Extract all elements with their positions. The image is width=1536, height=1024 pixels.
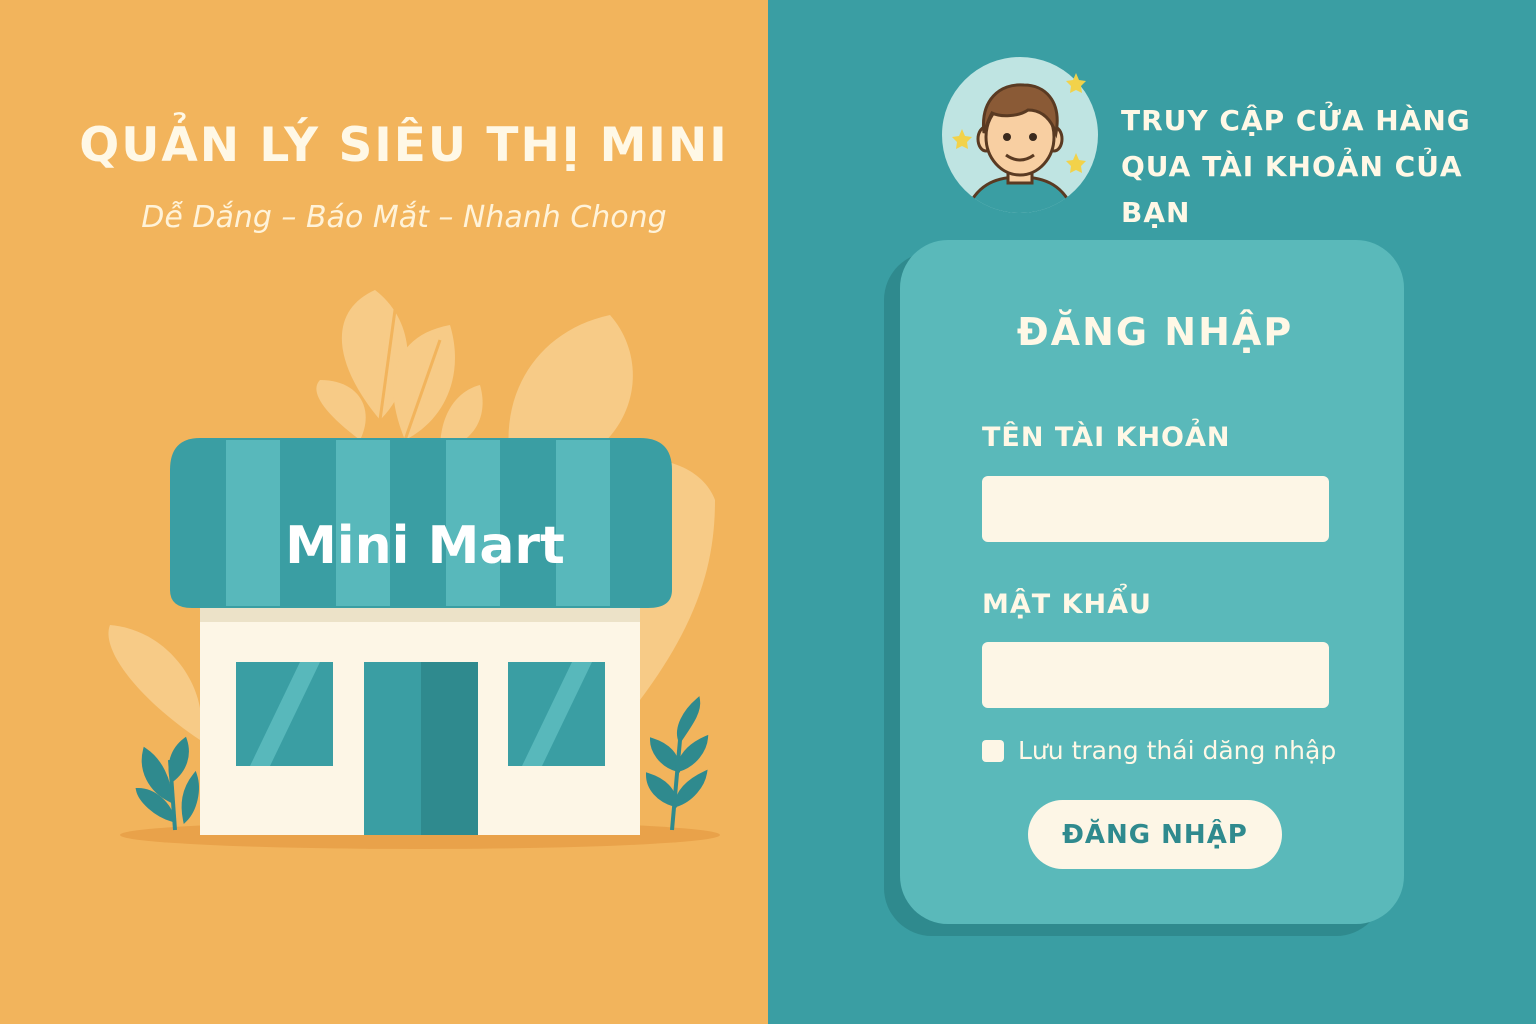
account-prompt: TRUY CẬP CỬA HÀNG QUA TÀI KHOẢN CỦA BẠN (1121, 98, 1536, 236)
login-title: ĐĂNG NHẬP (1016, 310, 1294, 354)
avatar-icon (942, 57, 1098, 213)
password-input[interactable] (982, 642, 1329, 708)
remember-checkbox[interactable] (982, 739, 1004, 762)
password-label: MẬT KHẨU (982, 589, 1152, 620)
account-prompt-line2: QUA TÀI KHOẢN CỦA BẠN (1121, 150, 1463, 229)
login-button[interactable]: ĐĂNG NHẬP (1028, 800, 1282, 869)
username-label: TÊN TÀI KHOẢN (982, 422, 1231, 453)
remember-label: Lưu trang thái dăng nhập (1018, 736, 1337, 765)
hero-panel: QUẢN LÝ SIÊU THỊ MINI Dễ Dắng – Báo Mắt … (0, 0, 768, 1024)
remember-me[interactable]: Lưu trang thái dăng nhập (982, 736, 1336, 765)
username-input[interactable] (982, 476, 1329, 542)
store-sign: Mini Mart (285, 516, 565, 576)
account-prompt-line1: TRUY CẬP CỬA HÀNG (1121, 104, 1471, 137)
page-title: QUẢN LÝ SIÊU THỊ MINI (79, 118, 729, 173)
tagline: Dễ Dắng – Báo Mắt – Nhanh Chong (141, 200, 667, 235)
